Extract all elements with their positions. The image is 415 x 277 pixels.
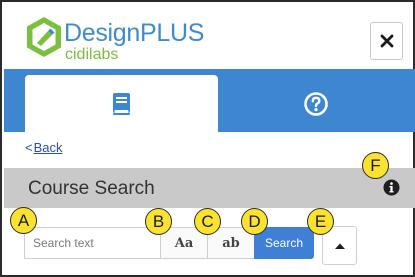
tab-course-content[interactable] <box>25 75 218 132</box>
page-title-bar: Course Search <box>4 168 415 208</box>
callout-marker-e: E <box>307 208 334 235</box>
brand-name: DesignPLUS <box>64 19 205 47</box>
designplus-hex-logo-icon <box>27 17 61 57</box>
callout-marker-f: F <box>362 152 389 179</box>
brand-sub: cidilabs <box>65 46 119 63</box>
callout-marker-c: C <box>194 208 221 235</box>
designplus-panel: DesignPLUS cidilabs <Back Course Search … <box>0 0 415 277</box>
search-input[interactable] <box>24 227 161 259</box>
back-label: Back <box>33 140 63 155</box>
close-icon <box>380 34 393 48</box>
chevron-left-icon: < <box>25 140 33 155</box>
tab-help[interactable] <box>218 75 413 132</box>
info-icon[interactable] <box>383 179 400 196</box>
callout-marker-b: B <box>145 208 172 235</box>
close-button[interactable] <box>370 22 403 60</box>
tab-bar <box>4 69 415 132</box>
callout-marker-d: D <box>241 208 268 235</box>
book-icon <box>112 92 130 115</box>
help-circle-icon <box>303 91 328 116</box>
page-title: Course Search <box>28 178 155 199</box>
callout-marker-a: A <box>10 207 37 234</box>
caret-up-icon <box>334 243 345 249</box>
back-link[interactable]: <Back <box>25 140 63 155</box>
